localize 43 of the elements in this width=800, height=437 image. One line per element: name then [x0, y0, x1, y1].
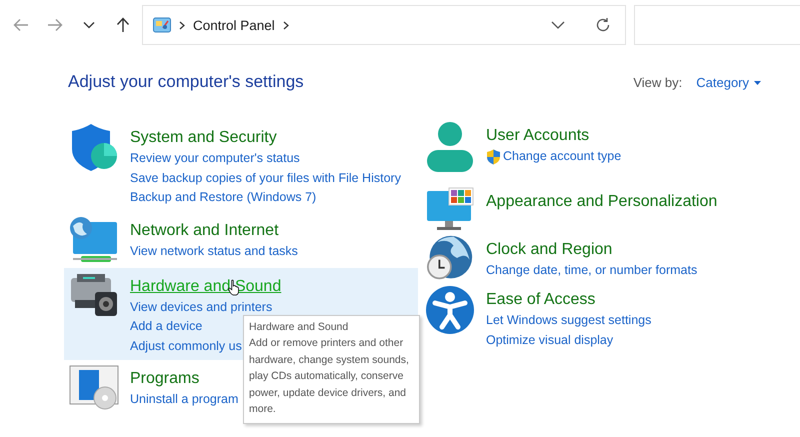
task-link[interactable]: Backup and Restore (Windows 7) [130, 188, 316, 208]
category-link[interactable]: Clock and Region [486, 239, 612, 261]
back-arrow-icon [13, 18, 29, 32]
programs-icon[interactable] [68, 364, 120, 410]
category-link[interactable]: System and Security [130, 127, 277, 149]
page-heading: Adjust your computer's settings [68, 72, 305, 92]
task-link[interactable]: Change date, time, or number formats [486, 261, 698, 280]
printer-speaker-icon[interactable] [68, 272, 120, 318]
tooltip-text: Add or remove printers and other hardware, change system sounds, play CDs automatically, conserve power, update device drivers, and more. [249, 336, 410, 417]
task-link[interactable]: View devices and printers [130, 298, 272, 317]
task-link[interactable]: Adjust commonly us [130, 336, 242, 356]
forward-arrow-icon [47, 18, 63, 32]
dropdown-icon[interactable] [551, 21, 565, 29]
task-link[interactable]: Save backup copies of your files with File History [130, 168, 401, 188]
category-link[interactable]: Programs [130, 368, 200, 390]
accessibility-icon[interactable] [424, 285, 476, 335]
user-icon[interactable] [424, 121, 476, 173]
task-link[interactable]: Add a device [130, 317, 202, 336]
chevron-down-icon [83, 21, 95, 29]
address-bar[interactable]: Control Panel [142, 5, 626, 45]
control-panel-icon [153, 17, 171, 33]
network-icon[interactable] [68, 216, 120, 264]
up-arrow-icon [116, 17, 130, 33]
caret-icon [754, 80, 761, 84]
category-link[interactable]: User Accounts [486, 125, 590, 147]
chevron-icon [179, 20, 185, 30]
task-link[interactable]: Let Windows suggest settings [486, 311, 652, 330]
refresh-icon[interactable] [595, 17, 611, 33]
view-by-dropdown[interactable]: Category [696, 75, 761, 90]
task-link[interactable]: Uninstall a program [130, 390, 238, 410]
search-field[interactable] [634, 5, 800, 45]
category-link[interactable]: Network and Internet [130, 220, 279, 242]
task-link[interactable]: Optimize visual display [486, 330, 614, 350]
monitor-icon[interactable] [424, 187, 476, 231]
category-link[interactable]: Appearance and Personalization [486, 191, 718, 213]
chevron-icon[interactable] [282, 20, 289, 30]
task-link[interactable]: Change account type [503, 147, 622, 166]
breadcrumb-item[interactable]: Control Panel [193, 18, 275, 32]
task-link[interactable]: Review your computer's status [130, 149, 300, 168]
category-link[interactable]: Ease of Access [486, 289, 596, 311]
tooltip-title: Hardware and Sound [249, 320, 350, 334]
task-link[interactable]: View network status and tasks [130, 242, 298, 261]
view-by-label: View by: [633, 75, 682, 90]
